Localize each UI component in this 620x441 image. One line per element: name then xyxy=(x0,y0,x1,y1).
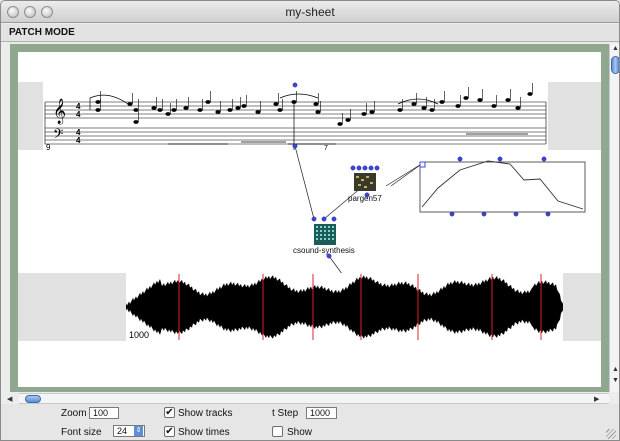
show-tracks-label: Show tracks xyxy=(178,408,233,419)
sheet-canvas[interactable]: 𝄞 𝄢 44 44 9 7 pargen57 csound-synthesis … xyxy=(18,52,601,387)
scroll-down-icon[interactable]: ▼ xyxy=(612,377,619,384)
sheet-svg: 𝄞 𝄢 44 44 9 7 pargen57 csound-synthesis … xyxy=(18,82,601,341)
vertical-scrollbar[interactable]: ▲ ▲ ▼ xyxy=(609,44,619,392)
csound-synthesis-label: csound-synthesis xyxy=(293,246,355,255)
window-title: my-sheet xyxy=(285,5,335,19)
stepper-icon[interactable]: ⇕ xyxy=(134,426,143,436)
treble-clef-icon: 𝄞 xyxy=(53,98,66,124)
font-size-label: Font size xyxy=(61,427,102,438)
measure-number: 9 xyxy=(46,143,51,152)
app-window: my-sheet PATCH MODE 𝄞 𝄢 4 4 4 4 9 7 parg… xyxy=(0,0,620,441)
show-times-checkbox[interactable]: ✔ xyxy=(164,426,175,437)
zoom-input[interactable]: 100 xyxy=(89,407,119,419)
scroll-up-small-icon[interactable]: ▲ xyxy=(612,366,619,373)
bass-clef-icon: 𝄢 xyxy=(53,126,63,145)
show-checkbox[interactable] xyxy=(272,426,283,437)
zoom-label: Zoom xyxy=(61,408,87,419)
pargen57-box[interactable]: pargen57 xyxy=(348,173,382,203)
mode-label: PATCH MODE xyxy=(9,27,75,38)
vertical-scroll-thumb[interactable] xyxy=(611,56,619,74)
scroll-right-icon[interactable]: ▶ xyxy=(594,395,599,403)
bpf-editor[interactable] xyxy=(419,160,586,213)
show-times-label: Show times xyxy=(178,427,230,438)
scroll-left-icon[interactable]: ◀ xyxy=(7,395,12,403)
pargen57-label: pargen57 xyxy=(348,194,382,203)
svg-text:4: 4 xyxy=(76,136,81,145)
control-panel: Zoom 100 Font size 24 ⇕ ✔ Show tracks ✔ … xyxy=(1,404,619,440)
t-step-label: t Step xyxy=(272,408,299,419)
horizontal-scroll-thumb[interactable] xyxy=(25,395,41,403)
mode-bar: PATCH MODE xyxy=(1,24,619,42)
svg-text:4: 4 xyxy=(76,110,81,119)
show-label: Show xyxy=(287,427,313,438)
sound-track[interactable]: 1000 xyxy=(18,273,601,341)
csound-synthesis-box[interactable]: csound-synthesis xyxy=(293,224,355,255)
font-size-select[interactable]: 24 ⇕ xyxy=(113,425,145,437)
font-size-value: 24 xyxy=(117,426,128,436)
show-tracks-checkbox[interactable]: ✔ xyxy=(164,407,175,418)
resize-grip-icon[interactable] xyxy=(606,429,616,439)
tuplet-label: 7 xyxy=(324,145,328,152)
score-track[interactable]: 𝄞 𝄢 44 44 9 7 xyxy=(18,82,601,152)
title-bar[interactable]: my-sheet xyxy=(1,1,619,23)
scroll-up-icon[interactable]: ▲ xyxy=(612,45,619,52)
t-step-input[interactable]: 1000 xyxy=(306,407,337,419)
sound-time-label: 1000 xyxy=(129,330,149,340)
horizontal-scrollbar[interactable]: ◀ ▶ xyxy=(7,393,609,404)
